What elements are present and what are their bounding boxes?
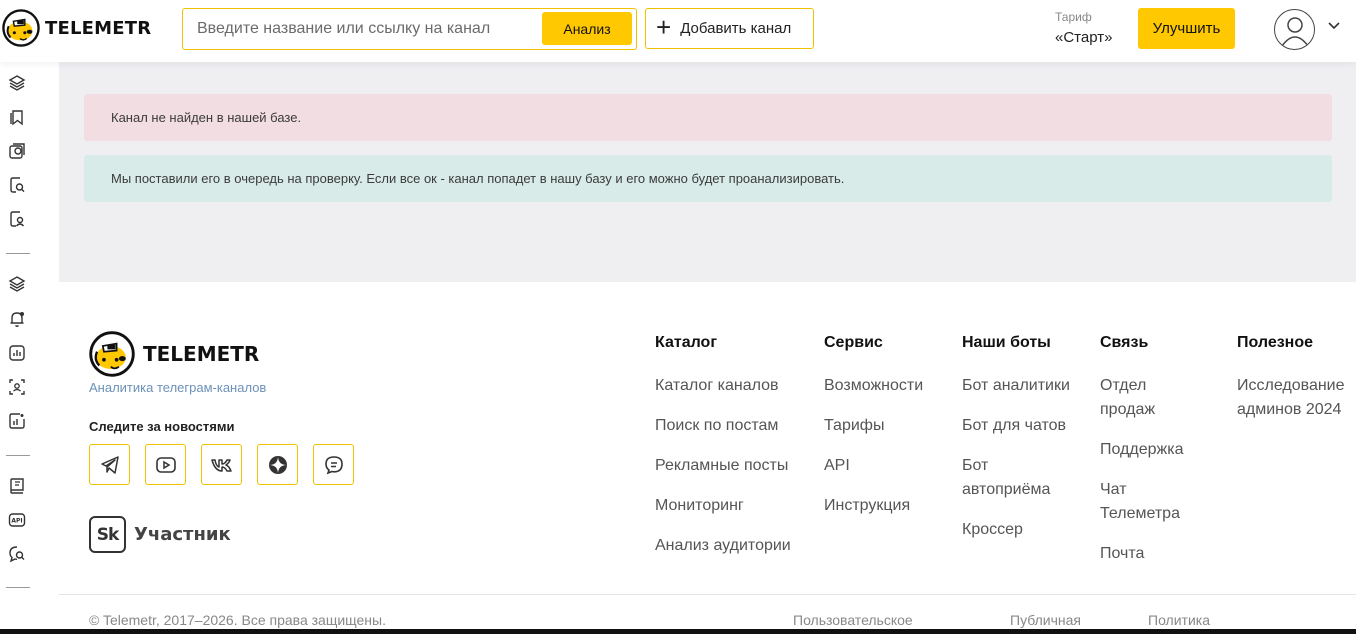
footer-col-catalog: Каталог Каталог каналов Поиск по постам … (655, 334, 815, 574)
dzen-icon (268, 455, 287, 474)
user-scan-icon[interactable] (8, 378, 26, 396)
dzen-link[interactable] (257, 444, 298, 485)
footer-col-service: Сервис Возможности Тарифы API Инструкция (824, 334, 944, 534)
footer-col-useful: Полезное Исследование админов 2024 (1237, 334, 1353, 438)
plus-icon: + (656, 12, 672, 42)
footer-link[interactable]: API (824, 454, 944, 478)
user-icon (1281, 17, 1309, 47)
footer-bottom-link[interactable]: Пользовательское (793, 612, 913, 628)
bookmarks-icon[interactable] (8, 108, 26, 126)
footer-link[interactable]: Поддержка (1100, 438, 1200, 462)
skolkovo-badge: Sk Участник (89, 516, 231, 553)
footer-bottom-link[interactable]: Политика (1148, 612, 1210, 628)
main-content: Канал не найден в нашей базе. Мы постави… (59, 62, 1356, 282)
avatar[interactable] (1274, 9, 1315, 50)
col-title: Сервис (824, 334, 883, 351)
stats-info-icon[interactable] (8, 412, 26, 430)
chat-link[interactable] (313, 444, 354, 485)
follow-news-label: Следите за новостями (89, 419, 235, 434)
footer-brand-name: TELEMETR (143, 342, 260, 366)
footer-bottom-link[interactable]: Публичная (1010, 612, 1081, 628)
file-user-icon[interactable] (8, 210, 26, 228)
vk-link[interactable] (201, 444, 242, 485)
bell-icon[interactable] (8, 310, 26, 328)
footer-link[interactable]: Анализ аудитории (655, 534, 815, 558)
copyright: © Telemetr, 2017–2026. Все права защищен… (89, 612, 386, 628)
tariff-label: Тариф (1055, 10, 1092, 24)
brand-name: TELEMETR (45, 17, 152, 39)
footer-brand-logo[interactable]: TELEMETR (89, 331, 259, 377)
footer-link[interactable]: Каталог каналов (655, 374, 815, 398)
vk-icon (210, 458, 232, 472)
footer-link[interactable]: Чат Телеметра (1100, 478, 1200, 526)
sidebar-divider (6, 253, 30, 254)
search-input[interactable] (197, 18, 537, 40)
file-search-icon[interactable] (8, 176, 26, 194)
youtube-link[interactable] (145, 444, 186, 485)
footer-link[interactable]: Исследование админов 2024 (1237, 374, 1353, 422)
col-title: Связь (1100, 334, 1149, 351)
star-search-icon[interactable] (8, 142, 26, 160)
skolkovo-member-label: Участник (134, 524, 231, 545)
footer-link[interactable]: Возможности (824, 374, 944, 398)
telegram-icon (100, 455, 119, 474)
skolkovo-logo: Sk (89, 516, 126, 553)
api-icon[interactable]: API (8, 511, 26, 529)
svg-text:API: API (11, 518, 22, 525)
dog-logo-icon (2, 9, 40, 47)
footer-link[interactable]: Отдел продаж (1100, 374, 1200, 422)
footer-link[interactable]: Почта (1100, 542, 1200, 566)
footer-link[interactable]: Бот аналитики (962, 374, 1074, 398)
footer-col-bots: Наши боты Бот аналитики Бот для чатов Бо… (962, 334, 1074, 558)
col-title: Каталог (655, 334, 717, 351)
layers-icon[interactable] (8, 74, 26, 92)
footer-tagline: Аналитика телеграм-каналов (89, 380, 267, 395)
footer-link[interactable]: Бот для чатов (962, 414, 1074, 438)
youtube-icon (155, 456, 176, 473)
add-channel-label: Добавить канал (680, 20, 792, 37)
col-title: Наши боты (962, 334, 1051, 351)
footer-link[interactable]: Бот автоприёма (962, 454, 1074, 502)
footer-link[interactable]: Поиск по постам (655, 414, 815, 438)
footer-link[interactable]: Мониторинг (655, 494, 815, 518)
footer-col-contact: Связь Отдел продаж Поддержка Чат Телемет… (1100, 334, 1200, 582)
footer: TELEMETR Аналитика телеграм-каналов След… (59, 282, 1356, 634)
sidebar-divider (6, 587, 30, 588)
chat-search-icon[interactable] (8, 545, 26, 563)
channel-search: Анализ (182, 8, 637, 50)
footer-link[interactable]: Кроссер (962, 518, 1074, 542)
analyze-button[interactable]: Анализ (542, 12, 632, 45)
alert-not-found: Канал не найден в нашей базе. (84, 94, 1332, 141)
chevron-down-icon[interactable] (1327, 21, 1341, 31)
alert-queued: Мы поставили его в очередь на проверку. … (84, 155, 1332, 202)
footer-link[interactable]: Инструкция (824, 494, 944, 518)
sidebar: API (0, 62, 35, 634)
book-icon[interactable] (8, 477, 26, 495)
chart-icon[interactable] (8, 344, 26, 362)
telegram-link[interactable] (89, 444, 130, 485)
dog-logo-icon (89, 331, 135, 377)
footer-link[interactable]: Тарифы (824, 414, 944, 438)
top-header: TELEMETR Анализ + Добавить канал Тариф «… (0, 0, 1356, 62)
sidebar-divider (6, 455, 30, 456)
chat-icon (324, 455, 343, 474)
brand-logo[interactable]: TELEMETR (2, 9, 151, 47)
window-bottom-edge (0, 629, 1356, 634)
col-title: Полезное (1237, 334, 1314, 351)
tariff-value: «Старт» (1055, 29, 1113, 46)
footer-divider (59, 594, 1356, 595)
layers-icon[interactable] (8, 275, 26, 293)
footer-link[interactable]: Рекламные посты (655, 454, 815, 478)
upgrade-button[interactable]: Улучшить (1138, 8, 1235, 49)
add-channel-button[interactable]: + Добавить канал (645, 8, 814, 49)
